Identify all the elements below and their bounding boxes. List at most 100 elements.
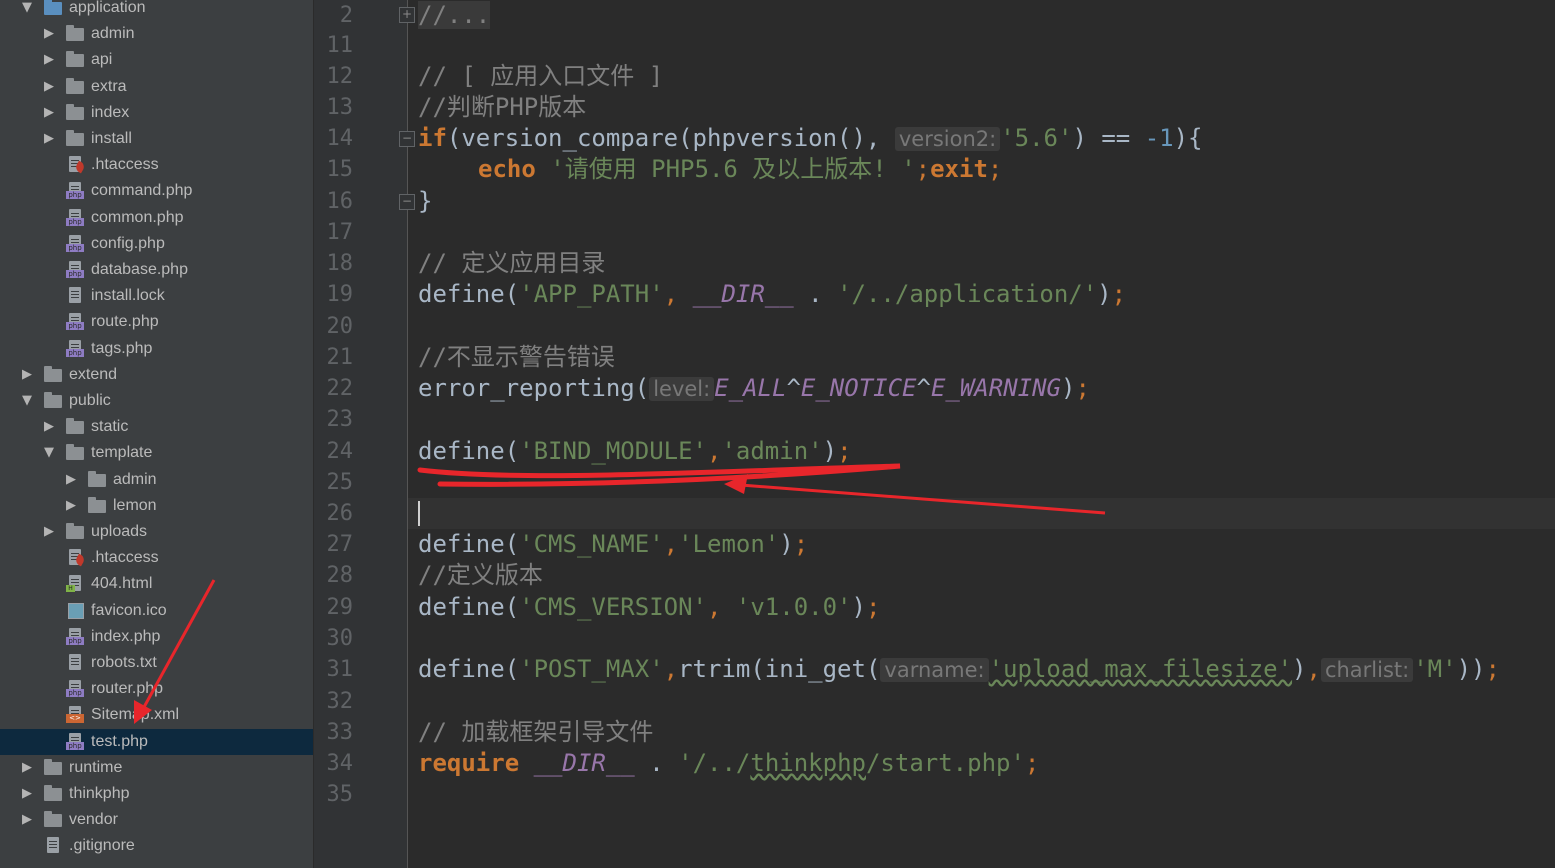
tree-item-label: 404.html bbox=[91, 575, 153, 593]
tree-item-uploads[interactable]: ▶ uploads bbox=[0, 519, 313, 545]
code-line-29[interactable]: define('CMS_VERSION', 'v1.0.0'); bbox=[418, 592, 880, 623]
tree-item-thinkphp[interactable]: ▶ thinkphp bbox=[0, 781, 313, 807]
collapsed-arrow-icon[interactable]: ▶ bbox=[44, 414, 58, 440]
tree-item-admin[interactable]: ▶ admin bbox=[0, 467, 313, 493]
comma: , bbox=[707, 437, 722, 465]
constant: __DIR__ bbox=[692, 280, 794, 308]
tree-item-extend[interactable]: ▶ extend bbox=[0, 362, 313, 388]
code-line-34[interactable]: require __DIR__ . '/../thinkphp/start.ph… bbox=[418, 748, 1039, 779]
tree-item-test-php[interactable]: php test.php bbox=[0, 728, 313, 755]
parameter-hint: charlist: bbox=[1320, 658, 1414, 682]
collapse-fold-icon[interactable]: − bbox=[399, 131, 415, 147]
tree-item-database-php[interactable]: php database.php bbox=[0, 257, 313, 283]
tree-item-vendor[interactable]: ▶ vendor bbox=[0, 807, 313, 833]
tree-item-robots-txt[interactable]: robots.txt bbox=[0, 650, 313, 676]
code-line-2[interactable]: //... bbox=[418, 0, 491, 31]
number: -1 bbox=[1144, 124, 1174, 152]
code-line-14[interactable]: if(version_compare(phpversion(), version… bbox=[418, 123, 1203, 154]
text-file-icon bbox=[44, 837, 62, 854]
string: /start.php' bbox=[865, 749, 1025, 777]
operator: ^ bbox=[916, 374, 931, 402]
code-line-21[interactable]: //不显示警告错误 bbox=[418, 342, 615, 373]
collapsed-arrow-icon[interactable]: ▶ bbox=[22, 362, 36, 388]
tree-item-template[interactable]: ▼ template bbox=[0, 440, 313, 466]
tree-item-htaccess[interactable]: .htaccess bbox=[0, 545, 313, 571]
tree-item-htaccess[interactable]: .htaccess bbox=[0, 152, 313, 178]
tree-item-runtime[interactable]: ▶ runtime bbox=[0, 755, 313, 781]
expand-fold-icon[interactable]: + bbox=[399, 7, 415, 23]
tree-item-static[interactable]: ▶ static bbox=[0, 414, 313, 440]
collapsed-arrow-icon[interactable]: ▶ bbox=[22, 807, 36, 833]
tree-item-command-php[interactable]: php command.php bbox=[0, 178, 313, 204]
tree-item-api[interactable]: ▶ api bbox=[0, 47, 313, 73]
code-line-22[interactable]: error_reporting(level: E_ALL^E_NOTICE^E_W… bbox=[418, 373, 1090, 404]
tree-item-lemon[interactable]: ▶ lemon bbox=[0, 493, 313, 519]
tree-item-favicon-ico[interactable]: favicon.ico bbox=[0, 598, 313, 624]
tree-item-label: .htaccess bbox=[91, 156, 159, 174]
line-number: 24 bbox=[326, 439, 354, 464]
line-number: 28 bbox=[326, 563, 354, 588]
expanded-arrow-icon[interactable]: ▼ bbox=[44, 440, 58, 466]
collapsed-arrow-icon[interactable]: ▶ bbox=[44, 74, 58, 100]
tree-item-label: database.php bbox=[91, 261, 188, 278]
tree-item-sitemap-xml[interactable]: <> Sitemap.xml bbox=[0, 702, 313, 728]
collapsed-arrow-icon[interactable]: ▶ bbox=[66, 493, 80, 519]
line-number: 13 bbox=[326, 95, 354, 120]
tree-item-config-php[interactable]: php config.php bbox=[0, 231, 313, 257]
collapsed-arrow-icon[interactable]: ▶ bbox=[22, 755, 36, 781]
code-line-16[interactable]: } bbox=[418, 186, 432, 217]
code-line-28[interactable]: //定义版本 bbox=[418, 560, 543, 591]
tree-item-label: extend bbox=[69, 365, 118, 383]
collapsed-fold[interactable]: //... bbox=[418, 1, 491, 29]
tree-item-tags-php[interactable]: php tags.php bbox=[0, 336, 313, 362]
tree-item-router-php[interactable]: php router.php bbox=[0, 676, 313, 702]
line-number: 21 bbox=[326, 345, 354, 370]
line-number: 20 bbox=[326, 314, 354, 339]
tree-item-index[interactable]: ▶ index bbox=[0, 100, 313, 126]
expanded-arrow-icon[interactable]: ▼ bbox=[22, 0, 36, 21]
tree-item-install-lock[interactable]: install.lock bbox=[0, 283, 313, 309]
tree-item-index-php[interactable]: php index.php bbox=[0, 624, 313, 650]
image-file-icon bbox=[66, 602, 84, 619]
tree-item-route-php[interactable]: php route.php bbox=[0, 309, 313, 335]
tree-item-install[interactable]: ▶ install bbox=[0, 126, 313, 152]
line-number: 18 bbox=[326, 251, 354, 276]
code-line-18[interactable]: // 定义应用目录 bbox=[418, 248, 605, 279]
tree-item-public[interactable]: ▼ public bbox=[0, 388, 313, 414]
code-line-12[interactable]: // [ 应用入口文件 ] bbox=[418, 61, 663, 92]
line-number: 11 bbox=[326, 33, 354, 58]
tree-item-application[interactable]: ▼ application bbox=[0, 0, 313, 21]
tree-item-label: template bbox=[91, 444, 153, 462]
keyword: echo bbox=[478, 155, 536, 183]
code-line-19[interactable]: define('APP_PATH', __DIR__ . '/../applic… bbox=[418, 279, 1126, 310]
comment: //定义版本 bbox=[418, 561, 543, 589]
collapsed-arrow-icon[interactable]: ▶ bbox=[44, 100, 58, 126]
collapsed-arrow-icon[interactable]: ▶ bbox=[44, 126, 58, 152]
collapsed-arrow-icon[interactable]: ▶ bbox=[22, 781, 36, 807]
line-number: 26 bbox=[326, 501, 354, 526]
code-line-27[interactable]: define('CMS_NAME','Lemon'); bbox=[418, 529, 808, 560]
collapsed-arrow-icon[interactable]: ▶ bbox=[44, 519, 58, 545]
collapsed-arrow-icon[interactable]: ▶ bbox=[44, 47, 58, 73]
collapse-fold-end-icon[interactable]: − bbox=[399, 194, 415, 210]
code-text: ) bbox=[851, 593, 866, 621]
tree-item-404-html[interactable]: H 404.html bbox=[0, 571, 313, 597]
code-line-33[interactable]: // 加载框架引导文件 bbox=[418, 717, 653, 748]
tree-item-common-php[interactable]: php common.php bbox=[0, 205, 313, 231]
expanded-arrow-icon[interactable]: ▼ bbox=[22, 388, 36, 414]
tree-item-extra[interactable]: ▶ extra bbox=[0, 74, 313, 100]
collapsed-arrow-icon[interactable]: ▶ bbox=[44, 21, 58, 47]
text-file-icon bbox=[66, 654, 84, 671]
code-text: ) bbox=[1292, 655, 1307, 683]
code-line-24[interactable]: define('BIND_MODULE','admin'); bbox=[418, 436, 852, 467]
tree-item-label: index.php bbox=[91, 627, 161, 645]
code-line-13[interactable]: //判断PHP版本 bbox=[418, 92, 586, 123]
tree-item-gitignore[interactable]: .gitignore bbox=[0, 833, 313, 859]
parameter-hint: version2: bbox=[894, 127, 1001, 151]
keyword: if bbox=[418, 124, 447, 152]
code-line-15[interactable]: echo '请使用 PHP5.6 及以上版本! ';exit; bbox=[478, 154, 1002, 185]
semicolon: ; bbox=[1111, 280, 1127, 308]
tree-item-admin[interactable]: ▶ admin bbox=[0, 21, 313, 47]
code-line-31[interactable]: define('POST_MAX',rtrim(ini_get(varname:… bbox=[418, 654, 1500, 685]
collapsed-arrow-icon[interactable]: ▶ bbox=[66, 467, 80, 493]
